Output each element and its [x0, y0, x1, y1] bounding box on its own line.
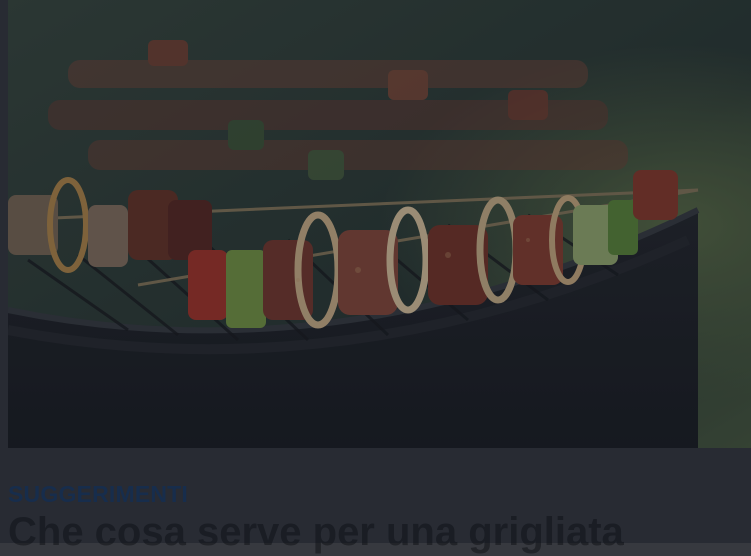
modal-dim-overlay[interactable] — [0, 0, 751, 543]
